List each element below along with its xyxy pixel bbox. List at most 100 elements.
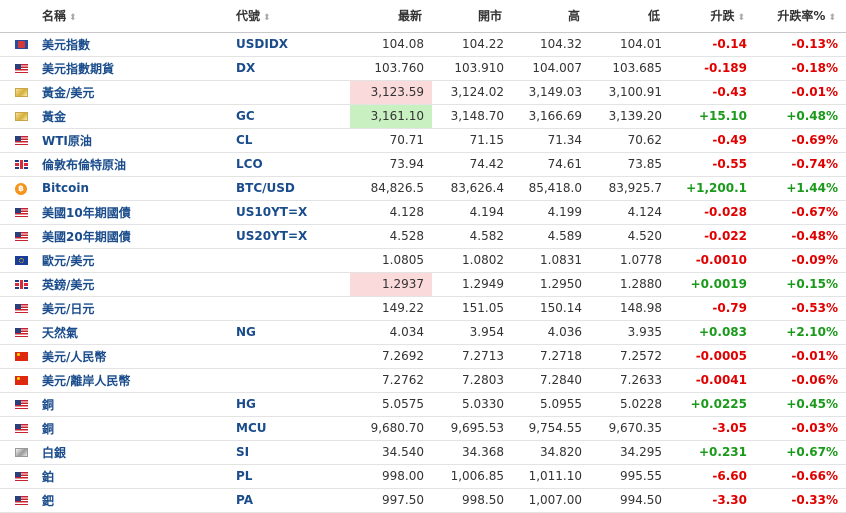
name-cell[interactable]: 美元/日元 — [42, 296, 230, 321]
symbol-link[interactable]: DX — [236, 61, 255, 75]
symbol-cell[interactable]: US20YT=X — [230, 224, 350, 249]
name-cell[interactable]: 英鎊/美元 — [42, 272, 230, 297]
table-row[interactable]: 歐元/美元 1.0805 1.0802 1.0831 1.0778 -0.0010 -0.0… — [0, 248, 846, 273]
instrument-name-link[interactable]: 天然氣 — [42, 326, 78, 340]
table-row[interactable]: 美國20年期國債 US20YT=X 4.528 4.582 4.589 4.520 -0.0… — [0, 224, 846, 249]
symbol-cell[interactable] — [230, 272, 350, 297]
name-cell[interactable]: 白銀 — [42, 440, 230, 465]
name-cell[interactable]: 倫敦布倫特原油 — [42, 152, 230, 177]
table-row[interactable]: 美元/離岸人民幣 7.2762 7.2803 7.2840 7.2633 -0.0041-… — [0, 368, 846, 393]
symbol-column-header[interactable]: 代號 ⬍ — [230, 0, 350, 33]
table-row[interactable]: 美元指數 USDIDX 104.08 104.22 104.32 104.01 -0.14-… — [0, 32, 846, 57]
name-cell[interactable]: WTI原油 — [42, 128, 230, 153]
table-row[interactable]: 黃金 GC 3,161.10 3,148.70 3,166.69 3,139.20 +15.… — [0, 104, 846, 129]
table-row[interactable]: 英鎊/美元 1.2937 1.2949 1.2950 1.2880 +0.0019 +0.1… — [0, 272, 846, 297]
symbol-cell[interactable]: US10YT=X — [230, 200, 350, 225]
name-cell[interactable]: 銅 — [42, 392, 230, 417]
table-row[interactable]: ฿ Bitcoin BTC/USD 84,826.5 83,626.4 85,418.0 8… — [0, 176, 846, 201]
name-cell[interactable]: 美國20年期國債 — [42, 224, 230, 249]
change-column-header[interactable]: 升跌 ⬍ — [670, 0, 755, 33]
table-row[interactable]: 美元指數期貨 DX 103.760 103.910 104.007 103.685 -0.1… — [0, 56, 846, 81]
instrument-name-link[interactable]: 英鎊/美元 — [42, 278, 94, 292]
table-row[interactable]: WTI原油 CL 70.71 71.15 71.34 70.62 -0.49 -0.69% — [0, 128, 846, 153]
instrument-name-link[interactable]: 美元指數 — [42, 38, 90, 52]
instrument-name-link[interactable]: 黃金/美元 — [42, 86, 94, 100]
instrument-name-link[interactable]: 美元/離岸人民幣 — [42, 374, 130, 388]
symbol-link[interactable]: HG — [236, 397, 256, 411]
symbol-cell[interactable] — [230, 248, 350, 273]
symbol-link[interactable]: USDIDX — [236, 37, 288, 51]
symbol-cell[interactable]: LCO — [230, 152, 350, 177]
sort-icon[interactable]: ⬍ — [263, 13, 271, 23]
instrument-name-link[interactable]: 美國20年期國債 — [42, 230, 131, 244]
instrument-name-link[interactable]: 鉑 — [42, 470, 54, 484]
change-pct-column-header[interactable]: 升跌率% ⬍ — [755, 0, 846, 33]
table-row[interactable]: 美元/人民幣 7.2692 7.2713 7.2718 7.2572 -0.0005 -0.… — [0, 344, 846, 369]
symbol-cell[interactable] — [230, 80, 350, 105]
instrument-name-link[interactable]: 美元指數期貨 — [42, 62, 114, 76]
symbol-link[interactable]: SI — [236, 445, 249, 459]
instrument-name-link[interactable]: 鈀 — [42, 494, 54, 508]
symbol-cell[interactable]: GC — [230, 104, 350, 129]
symbol-link[interactable]: BTC/USD — [236, 181, 295, 195]
name-cell[interactable]: 歐元/美元 — [42, 248, 230, 273]
symbol-link[interactable]: MCU — [236, 421, 267, 435]
symbol-cell[interactable]: NG — [230, 320, 350, 345]
instrument-name-link[interactable]: Bitcoin — [42, 181, 89, 195]
symbol-cell[interactable]: PA — [230, 488, 350, 513]
symbol-link[interactable]: US10YT=X — [236, 205, 307, 219]
instrument-name-link[interactable]: WTI原油 — [42, 134, 92, 148]
sort-icon[interactable]: ⬍ — [737, 13, 745, 23]
table-row[interactable]: 白銀 SI 34.540 34.368 34.820 34.295 +0.231 +0.67% — [0, 440, 846, 465]
name-cell[interactable]: 美元指數期貨 — [42, 56, 230, 81]
symbol-cell[interactable]: SI — [230, 440, 350, 465]
instrument-name-link[interactable]: 銅 — [42, 398, 54, 412]
name-column-header[interactable]: 名稱 ⬍ — [42, 0, 230, 33]
name-cell[interactable]: 美國10年期國債 — [42, 200, 230, 225]
symbol-link[interactable]: PA — [236, 493, 253, 507]
name-cell[interactable]: 美元指數 — [42, 32, 230, 57]
sort-icon[interactable]: ⬍ — [828, 13, 836, 23]
table-row[interactable]: 天然氣 NG 4.034 3.954 4.036 3.935 +0.083 +2.10% — [0, 320, 846, 345]
name-cell[interactable]: 黃金/美元 — [42, 80, 230, 105]
symbol-cell[interactable]: USDIDX — [230, 32, 350, 57]
table-row[interactable]: 鉑 PL 998.00 1,006.85 1,011.10 995.55 -6.60 -0.6… — [0, 464, 846, 489]
table-row[interactable]: 銅 MCU 9,680.70 9,695.53 9,754.55 9,670.35 -3.0… — [0, 416, 846, 441]
name-cell[interactable]: 美元/離岸人民幣 — [42, 368, 230, 393]
name-cell[interactable]: Bitcoin — [42, 176, 230, 201]
name-cell[interactable]: 黃金 — [42, 104, 230, 129]
symbol-cell[interactable] — [230, 296, 350, 321]
name-cell[interactable]: 美元/人民幣 — [42, 344, 230, 369]
symbol-cell[interactable] — [230, 344, 350, 369]
table-row[interactable]: 黃金/美元 3,123.59 3,124.02 3,149.03 3,100.91 -0.… — [0, 80, 846, 105]
table-row[interactable]: 銅 HG 5.0575 5.0330 5.0955 5.0228 +0.0225 +0.45% — [0, 392, 846, 417]
symbol-link[interactable]: LCO — [236, 157, 263, 171]
symbol-link[interactable]: CL — [236, 133, 252, 147]
symbol-cell[interactable]: MCU — [230, 416, 350, 441]
symbol-cell[interactable]: DX — [230, 56, 350, 81]
name-cell[interactable]: 銅 — [42, 416, 230, 441]
symbol-cell[interactable] — [230, 368, 350, 393]
instrument-name-link[interactable]: 美元/人民幣 — [42, 350, 106, 364]
table-row[interactable]: 鈀 PA 997.50 998.50 1,007.00 994.50 -3.30 -0.33% — [0, 488, 846, 513]
name-cell[interactable]: 天然氣 — [42, 320, 230, 345]
instrument-name-link[interactable]: 黃金 — [42, 110, 66, 124]
instrument-name-link[interactable]: 銅 — [42, 422, 54, 436]
instrument-name-link[interactable]: 美國10年期國債 — [42, 206, 131, 220]
instrument-name-link[interactable]: 倫敦布倫特原油 — [42, 158, 126, 172]
symbol-link[interactable]: GC — [236, 109, 255, 123]
symbol-cell[interactable]: CL — [230, 128, 350, 153]
sort-icon[interactable]: ⬍ — [69, 13, 77, 23]
symbol-cell[interactable]: PL — [230, 464, 350, 489]
symbol-link[interactable]: NG — [236, 325, 256, 339]
table-row[interactable]: 美元/日元 149.22 151.05 150.14 148.98 -0.79 -0.53% — [0, 296, 846, 321]
symbol-link[interactable]: US20YT=X — [236, 229, 307, 243]
symbol-cell[interactable]: BTC/USD — [230, 176, 350, 201]
instrument-name-link[interactable]: 白銀 — [42, 446, 66, 460]
name-cell[interactable]: 鈀 — [42, 488, 230, 513]
symbol-cell[interactable]: HG — [230, 392, 350, 417]
symbol-link[interactable]: PL — [236, 469, 252, 483]
instrument-name-link[interactable]: 歐元/美元 — [42, 254, 94, 268]
table-row[interactable]: 倫敦布倫特原油 LCO 73.94 74.42 74.61 73.85 -0.55 -0.74… — [0, 152, 846, 177]
name-cell[interactable]: 鉑 — [42, 464, 230, 489]
